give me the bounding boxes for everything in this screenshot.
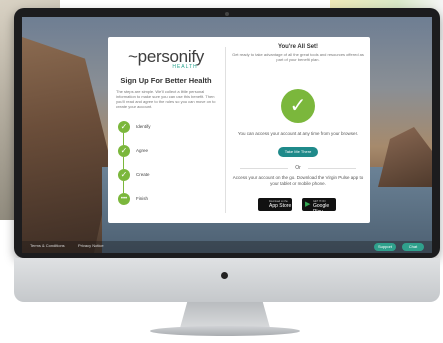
screen: ~personify HEALTH Sign Up For Better Hea… [22, 17, 432, 253]
or-separator: Or [240, 165, 356, 171]
browser-access-text: You can access your account at any time … [237, 131, 359, 136]
google-play-name: Google Play [313, 203, 330, 215]
google-play-button[interactable]: ▶ GET IT ON Google Play [302, 198, 336, 215]
monitor-stand-base [150, 326, 300, 336]
step-connector [123, 157, 124, 169]
signup-card: ~personify HEALTH Sign Up For Better Hea… [108, 37, 370, 223]
app-store-button[interactable]: Download on the App Store [258, 198, 292, 211]
background-rock-left [22, 37, 112, 253]
monitor: ~personify HEALTH Sign Up For Better Hea… [14, 8, 440, 258]
chat-button[interactable]: Chat [402, 243, 424, 251]
step-label: Agree [136, 148, 149, 153]
take-me-there-button[interactable]: Take Me There [278, 147, 318, 157]
column-divider [225, 47, 226, 213]
check-icon: ✓ [118, 145, 130, 157]
terms-link[interactable]: Terms & Conditions [30, 243, 65, 248]
check-icon: ✓ [118, 121, 130, 133]
step-connector [123, 181, 124, 193]
step-label: Finish [136, 196, 149, 201]
or-label: Or [295, 165, 301, 171]
separator-line [240, 168, 288, 169]
step-label: Create [136, 172, 150, 177]
step-connector [123, 133, 124, 145]
background-rock-right [378, 127, 432, 187]
app-store-name: App Store [269, 203, 292, 209]
signup-description: The steps are simple. We'll collect a li… [116, 89, 216, 109]
allset-title: You're All Set! [277, 44, 319, 50]
google-play-icon: ▶ [305, 201, 311, 208]
separator-line [308, 168, 356, 169]
allset-description: Get ready to take advantage of all the g… [232, 52, 364, 62]
signup-title: Sign Up For Better Health [120, 76, 212, 85]
signup-right-panel: You're All Set! Get ready to take advant… [230, 43, 366, 219]
monitor-stand-neck [180, 302, 270, 328]
footer-bar: Terms & Conditions Privacy Notice Suppor… [22, 241, 432, 253]
privacy-link[interactable]: Privacy Notice [78, 243, 104, 248]
signup-left-panel: ~personify HEALTH Sign Up For Better Hea… [116, 43, 216, 213]
power-indicator [221, 272, 228, 279]
personify-logo: ~personify [128, 47, 204, 66]
camera [225, 12, 229, 16]
success-check-icon: ✓ [281, 89, 315, 123]
check-icon: ✓ [118, 169, 130, 181]
mobile-access-text: Access your account on the go. Download … [232, 175, 364, 186]
support-button[interactable]: Support [374, 243, 396, 251]
monitor-chin [14, 258, 440, 302]
step-label: Identify [136, 124, 151, 129]
dots-icon: ••• [118, 193, 130, 205]
